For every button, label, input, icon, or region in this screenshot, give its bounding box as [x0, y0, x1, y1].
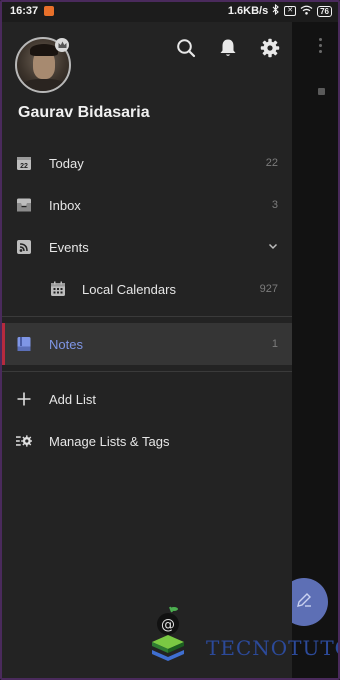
svg-text:@: @ [161, 617, 175, 633]
nav-list: 22 Today 22 Inbox 3 Events Local Calenda… [2, 142, 292, 462]
inbox-icon [16, 197, 32, 213]
nav-item-inbox[interactable]: Inbox 3 [2, 184, 292, 226]
nav-item-today[interactable]: 22 Today 22 [2, 142, 292, 184]
nav-item-count: 3 [271, 199, 278, 211]
sim-icon: ✕ [284, 6, 297, 16]
gear-icon[interactable] [256, 34, 284, 62]
user-name: Gaurav Bidasaria [18, 104, 150, 121]
network-speed: 1.6KB/s [227, 5, 269, 17]
nav-item-count: 1 [271, 338, 278, 350]
chevron-down-icon[interactable] [268, 241, 278, 253]
crown-icon [55, 38, 69, 52]
app-notification-icon [44, 6, 55, 16]
wifi-icon [300, 5, 313, 18]
navigation-drawer: Gaurav Bidasaria 22 Today 22 Inbox 3 Eve… [2, 22, 292, 678]
status-bar: 16:37 1.6KB/s ✕ 76 [0, 0, 340, 22]
watermark-text: TECNOTUTO [206, 636, 340, 660]
overflow-menu-icon[interactable] [319, 38, 323, 56]
nav-item-add-list[interactable]: Add List [2, 378, 292, 420]
nav-item-label: Today [49, 155, 84, 171]
bluetooth-icon [272, 3, 280, 18]
bell-icon[interactable] [214, 34, 242, 62]
nav-item-count: 927 [259, 283, 278, 295]
divider [2, 371, 292, 372]
svg-text:22: 22 [20, 163, 28, 170]
battery-icon: 76 [317, 5, 332, 17]
nav-item-label: Inbox [49, 197, 81, 213]
nav-item-notes[interactable]: Notes 1 [2, 323, 292, 365]
rss-feed-icon [16, 239, 32, 255]
nav-item-label: Add List [49, 391, 96, 407]
header-actions [172, 34, 284, 62]
status-time: 16:37 [10, 5, 39, 17]
nav-item-count: 22 [265, 157, 278, 169]
nav-item-label: Events [49, 239, 89, 255]
nav-item-label: Manage Lists & Tags [49, 433, 170, 449]
plus-icon [16, 391, 32, 407]
notes-icon [16, 336, 32, 352]
pencil-icon [295, 591, 313, 614]
divider [2, 316, 292, 317]
calendar-grid-icon [50, 281, 66, 297]
nav-item-label: Notes [49, 336, 83, 352]
nav-item-local-calendars[interactable]: Local Calendars 927 [2, 268, 292, 310]
search-icon[interactable] [172, 34, 200, 62]
list-settings-icon [16, 433, 32, 449]
calendar-date-icon: 22 [16, 155, 32, 171]
nav-item-manage-lists[interactable]: Manage Lists & Tags [2, 420, 292, 462]
background-item-icon [318, 88, 325, 95]
nav-item-label: Local Calendars [82, 281, 176, 297]
nav-item-events[interactable]: Events [2, 226, 292, 268]
watermark-logo: @ [150, 604, 190, 669]
